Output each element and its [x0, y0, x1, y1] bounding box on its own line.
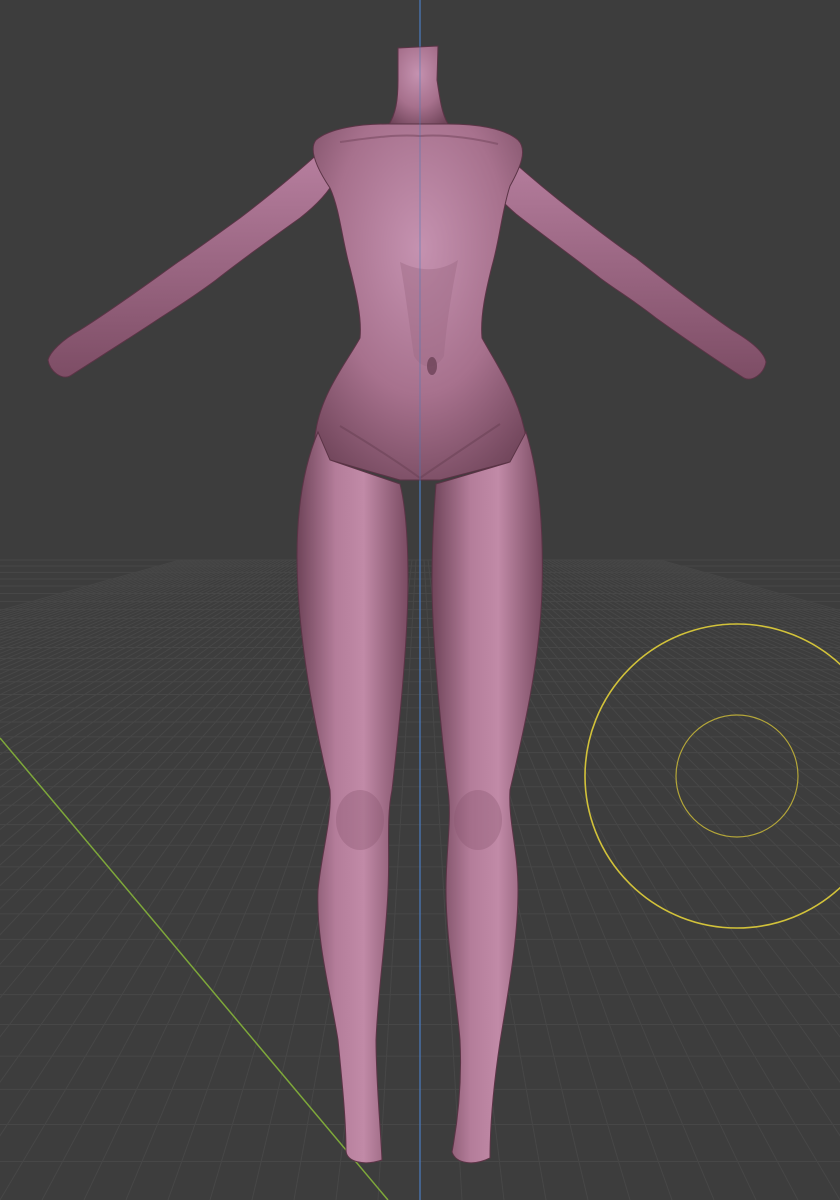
mesh-right-knee: [454, 790, 502, 850]
mesh-left-knee: [336, 790, 384, 850]
3d-viewport[interactable]: [0, 0, 840, 1200]
mesh-navel: [427, 357, 437, 375]
viewport-canvas[interactable]: [0, 0, 840, 1200]
